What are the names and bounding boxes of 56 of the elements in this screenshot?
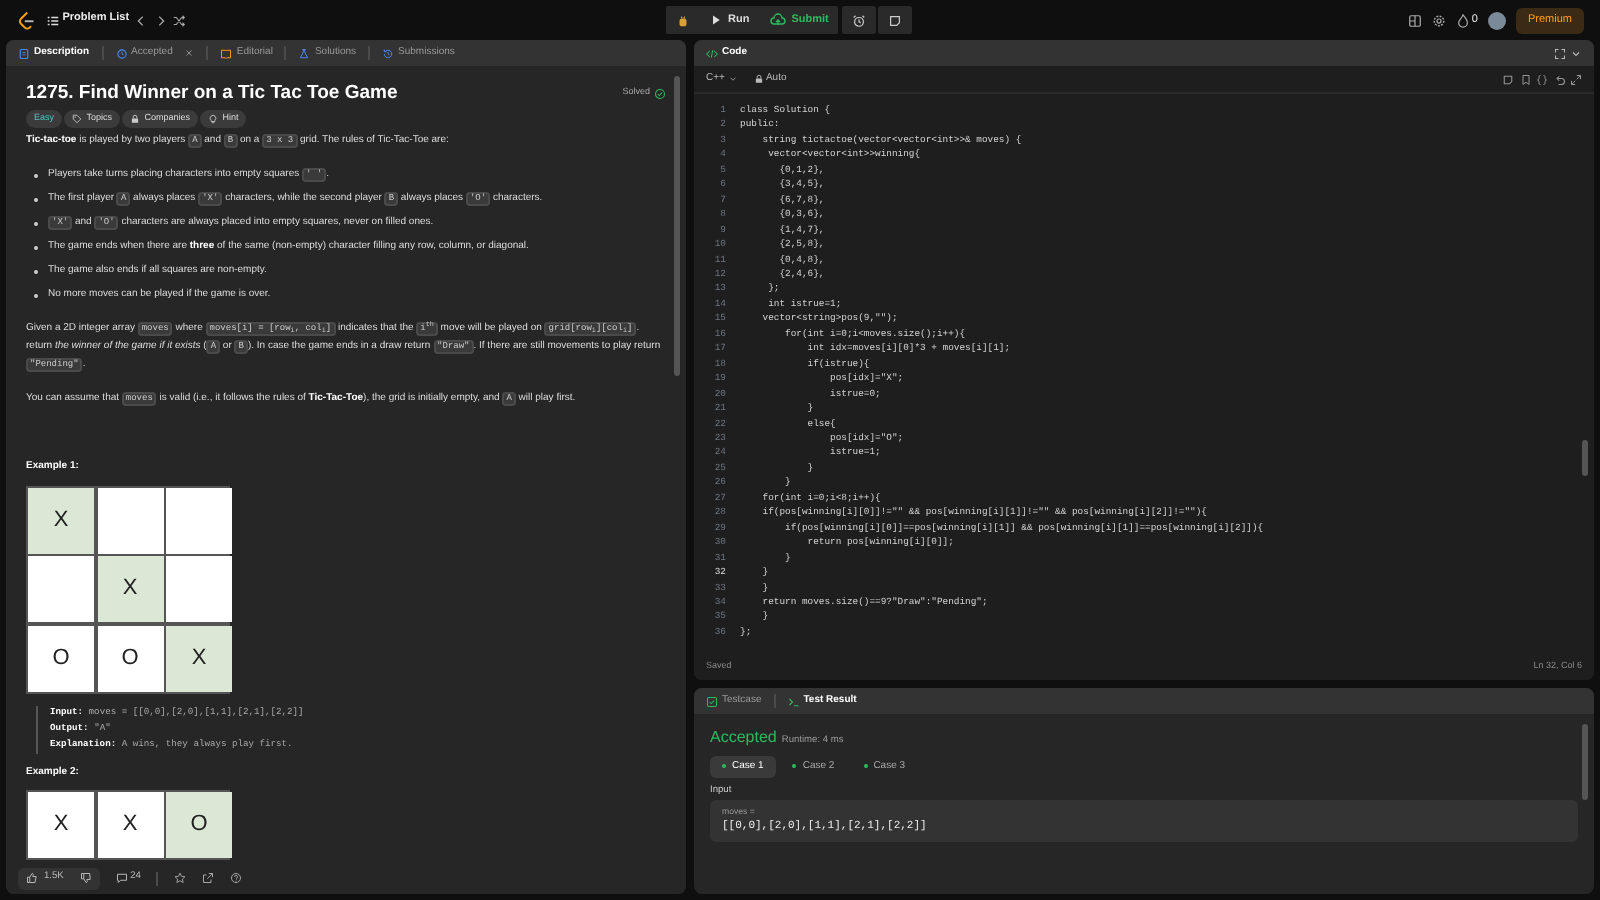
lock-icon: [130, 113, 141, 124]
checkbox-icon: [706, 695, 718, 707]
board-cell: O: [166, 792, 232, 859]
code-icon: [706, 47, 718, 59]
tag-icon: [72, 113, 83, 124]
next-icon[interactable]: [153, 13, 168, 27]
tab-icon: [115, 47, 128, 59]
previous-icon[interactable]: [134, 13, 149, 27]
notes-icon[interactable]: [1502, 73, 1514, 85]
layout-icon[interactable]: [1407, 13, 1422, 27]
verdict: Accepted: [710, 726, 777, 750]
logo-icon[interactable]: [16, 10, 36, 30]
note-icon: [887, 13, 902, 27]
terminal-icon: [787, 695, 800, 707]
comment-icon: [115, 872, 128, 884]
tab-icon: [18, 47, 30, 59]
board-cell: X: [28, 792, 94, 859]
fullscreen-icon[interactable]: [1570, 73, 1582, 85]
upload-icon: [769, 12, 786, 28]
avatar[interactable]: [1487, 11, 1506, 29]
board-cell: X: [97, 556, 163, 623]
caret-icon: [727, 74, 738, 84]
thumbs-down-icon: [79, 872, 92, 884]
dislike-button[interactable]: [71, 867, 100, 889]
share-icon[interactable]: [202, 872, 215, 884]
maximize-icon[interactable]: [1553, 47, 1565, 59]
timer-button[interactable]: [841, 6, 876, 34]
board-cell: X: [166, 625, 232, 692]
alarm-icon: [851, 13, 866, 27]
braces-icon[interactable]: [1536, 73, 1548, 85]
star-icon[interactable]: [174, 872, 187, 884]
thumbs-up-icon: [26, 872, 38, 884]
tab-icon: [298, 47, 311, 59]
problem-title: 1275. Find Winner on a Tic Tac Toe Game: [26, 82, 398, 105]
notes-button[interactable]: [877, 6, 912, 34]
close-icon[interactable]: [184, 48, 195, 58]
play-icon: [710, 14, 722, 26]
lock-icon: [753, 74, 764, 84]
scrollbar-thumb[interactable]: [1582, 724, 1588, 800]
settings-icon[interactable]: [1431, 13, 1446, 27]
board-cell: O: [97, 625, 163, 692]
chevron-down-icon[interactable]: [1570, 47, 1582, 59]
scrollbar-thumb[interactable]: [1582, 440, 1588, 476]
reset-icon[interactable]: [1553, 73, 1565, 85]
tab-icon: [382, 47, 395, 59]
tab-icon: [220, 47, 233, 59]
board-cell: O: [28, 625, 94, 692]
help-icon[interactable]: [230, 872, 243, 884]
shuffle-icon[interactable]: [172, 13, 187, 27]
board-cell: X: [28, 487, 94, 554]
board-cell: X: [97, 792, 163, 859]
list-icon: [46, 13, 60, 27]
check-icon: [654, 87, 666, 100]
scrollbar-thumb[interactable]: [674, 76, 680, 376]
bookmark-icon[interactable]: [1519, 73, 1531, 85]
lightbulb-icon: [208, 113, 219, 124]
